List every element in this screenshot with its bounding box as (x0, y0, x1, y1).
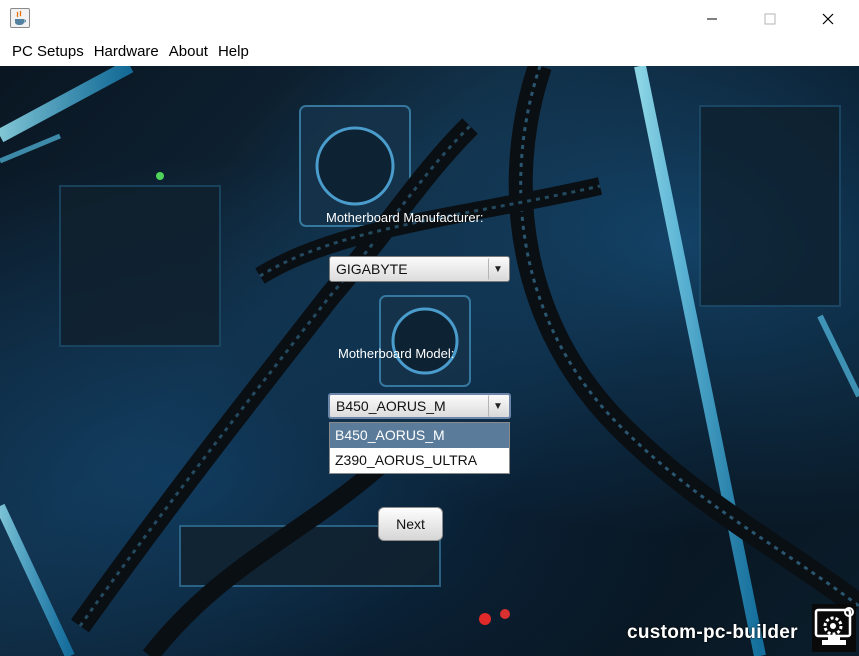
model-combobox[interactable]: B450_AORUS_M ▼ (328, 393, 511, 419)
brand-text: custom-pc-builder (627, 622, 798, 643)
manufacturer-selected-value: GIGABYTE (336, 261, 408, 277)
close-icon (822, 13, 834, 25)
pc-interior-background-image (0, 66, 859, 656)
manufacturer-label: Motherboard Manufacturer: (326, 210, 484, 225)
model-option[interactable]: Z390_AORUS_ULTRA (330, 448, 509, 473)
model-selected-value: B450_AORUS_M (336, 398, 446, 414)
manufacturer-combobox[interactable]: GIGABYTE ▼ (329, 256, 510, 282)
pc-builder-gear-icon (812, 604, 856, 652)
maximize-icon (764, 13, 776, 25)
menu-hardware[interactable]: Hardware (89, 38, 164, 66)
title-bar (0, 0, 859, 38)
close-button[interactable] (799, 0, 857, 38)
maximize-button[interactable] (741, 0, 799, 38)
chevron-down-icon[interactable]: ▼ (488, 395, 507, 417)
chevron-down-icon[interactable]: ▼ (488, 258, 507, 280)
model-dropdown-list: B450_AORUS_M Z390_AORUS_ULTRA (329, 422, 510, 474)
minimize-icon (707, 18, 717, 20)
model-label: Motherboard Model: (338, 346, 455, 361)
menu-about[interactable]: About (164, 38, 213, 66)
java-app-icon[interactable] (10, 8, 30, 28)
content-panel: Motherboard Manufacturer: GIGABYTE ▼ Mot… (0, 66, 859, 656)
next-button[interactable]: Next (378, 507, 443, 541)
minimize-button[interactable] (683, 0, 741, 38)
model-option[interactable]: B450_AORUS_M (330, 423, 509, 448)
menu-bar: PC Setups Hardware About Help (0, 38, 859, 66)
menu-help[interactable]: Help (213, 38, 254, 66)
menu-pc-setups[interactable]: PC Setups (7, 38, 89, 66)
